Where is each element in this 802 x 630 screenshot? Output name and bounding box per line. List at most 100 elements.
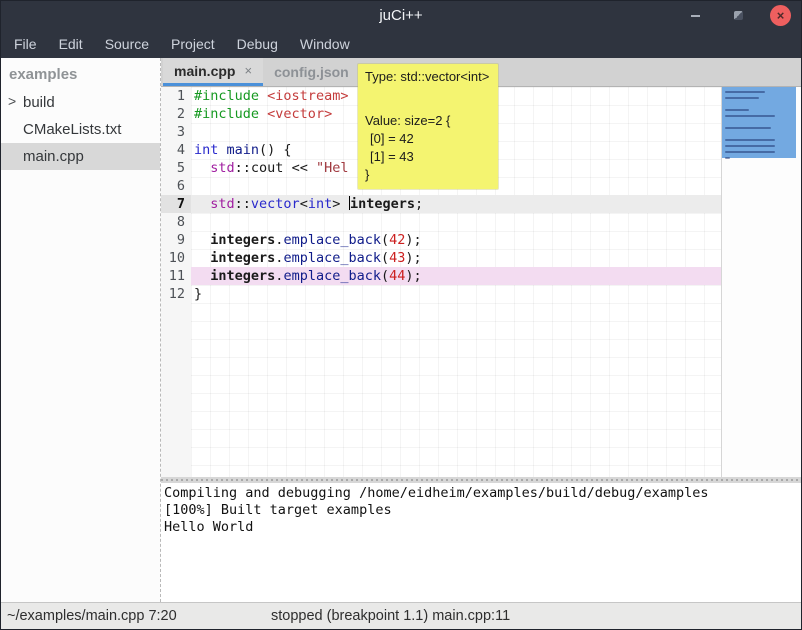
line-number[interactable]: 6 [161, 177, 191, 195]
tab-main-cpp[interactable]: main.cpp × [163, 58, 263, 86]
code-line[interactable]: integers.emplace_back(43); [191, 249, 721, 267]
cursor-position-status: ~/examples/main.cpp 7:20 [7, 608, 177, 624]
menu-item-debug[interactable]: Debug [226, 30, 289, 58]
line-number[interactable]: 7 [161, 195, 191, 213]
close-icon: × [777, 9, 785, 22]
code-token: std [210, 160, 234, 176]
app-window: juCi++ × File Edit Source Project Debug … [0, 0, 802, 630]
output-line: Compiling and debugging /home/eidheim/ex… [164, 485, 801, 502]
code-token: integers [210, 268, 275, 284]
minimap-line [725, 91, 765, 93]
code-token: :: [235, 160, 251, 176]
menubar: File Edit Source Project Debug Window [1, 30, 801, 58]
chevron-right-icon[interactable]: > [8, 93, 16, 109]
code-token [194, 160, 210, 176]
code-token: main [227, 142, 260, 158]
line-number[interactable]: 3 [161, 123, 191, 141]
line-number[interactable]: 9 [161, 231, 191, 249]
code-token [194, 232, 210, 248]
code-token: emplace_back [283, 268, 381, 284]
menu-item-project[interactable]: Project [160, 30, 226, 58]
code-line[interactable]: std::vector<int> integers; [191, 195, 721, 213]
tooltip-close-brace: } [365, 166, 489, 184]
code-token [194, 250, 210, 266]
minimize-button[interactable] [684, 5, 706, 27]
line-number[interactable]: 8 [161, 213, 191, 231]
tree-item-cmakelists[interactable]: CMakeLists.txt [1, 116, 160, 143]
maximize-button[interactable] [727, 5, 749, 27]
line-number[interactable]: 5 [161, 159, 191, 177]
minimap-line [725, 157, 730, 159]
debug-status: stopped (breakpoint 1.1) main.cpp:11 [271, 608, 510, 624]
output-panel[interactable]: Compiling and debugging /home/eidheim/ex… [161, 483, 801, 602]
menu-item-window[interactable]: Window [289, 30, 361, 58]
minimap-line [725, 151, 775, 153]
tab-close-icon[interactable]: × [244, 63, 252, 78]
tree-item-label: CMakeLists.txt [1, 121, 121, 138]
line-number[interactable]: 4 [161, 141, 191, 159]
code-line[interactable]: integers.emplace_back(44); [191, 267, 721, 285]
minimap-line [725, 127, 771, 129]
code-token: << [283, 160, 316, 176]
code-token: cout [251, 160, 284, 176]
tooltip-item: [1] = 43 [365, 148, 489, 166]
minimap-viewport-indicator[interactable] [722, 87, 796, 158]
line-number[interactable]: 1 [161, 87, 191, 105]
code-token: :: [235, 196, 251, 212]
code-token: vector [251, 196, 300, 212]
tooltip-item: [0] = 42 [365, 130, 489, 148]
menu-item-edit[interactable]: Edit [48, 30, 94, 58]
code-token: int [308, 196, 332, 212]
minimap-line [725, 145, 775, 147]
maximize-icon [734, 11, 743, 20]
line-number[interactable]: 12 [161, 285, 191, 303]
code-token: std [210, 196, 234, 212]
minimap[interactable] [721, 87, 801, 477]
code-token: ); [405, 232, 421, 248]
code-token: emplace_back [283, 250, 381, 266]
code-token: #include [194, 88, 259, 104]
code-token: 43 [389, 250, 405, 266]
window-controls: × [684, 1, 791, 30]
tooltip-type-line: Type: std::vector<int> [365, 68, 489, 86]
tree-item-label: main.cpp [1, 148, 84, 165]
line-number[interactable]: 11 [161, 267, 191, 285]
project-name-header: examples [1, 58, 160, 89]
tree-item-main-cpp[interactable]: main.cpp [1, 143, 160, 170]
code-token: emplace_back [283, 232, 381, 248]
tab-config-json[interactable]: config.json [263, 58, 360, 86]
code-token [218, 142, 226, 158]
output-line: [100%] Built target examples [164, 502, 801, 519]
line-number[interactable]: 10 [161, 249, 191, 267]
minimize-icon [691, 15, 700, 17]
code-token: <vector> [267, 106, 332, 122]
code-token: < [300, 196, 308, 212]
menu-item-file[interactable]: File [3, 30, 48, 58]
minimap-line [725, 139, 775, 141]
titlebar[interactable]: juCi++ × [1, 1, 801, 30]
minimap-line [725, 97, 759, 99]
minimap-line [725, 109, 749, 111]
code-token: > [332, 196, 348, 212]
menu-item-source[interactable]: Source [94, 30, 160, 58]
code-line[interactable]: integers.emplace_back(42); [191, 231, 721, 249]
line-number[interactable]: 2 [161, 105, 191, 123]
output-line: Hello World [164, 519, 801, 536]
code-token: integers [210, 250, 275, 266]
tab-label: config.json [274, 64, 349, 80]
close-button[interactable]: × [770, 5, 791, 26]
tab-label: main.cpp [174, 63, 235, 79]
code-token: integers [350, 196, 415, 212]
window-title: juCi++ [379, 7, 422, 24]
tree-item-build[interactable]: > build [1, 89, 160, 116]
code-token: } [194, 286, 202, 302]
code-token: ( [381, 250, 389, 266]
code-token: ); [405, 268, 421, 284]
code-token [194, 196, 210, 212]
line-number-gutter[interactable]: 123456789101112 [161, 87, 191, 477]
code-token [259, 106, 267, 122]
file-tree-sidebar: examples > build CMakeLists.txt main.cpp [1, 58, 161, 602]
code-line[interactable]: } [191, 285, 721, 303]
code-line[interactable] [191, 213, 721, 231]
minimap-line [725, 115, 775, 117]
